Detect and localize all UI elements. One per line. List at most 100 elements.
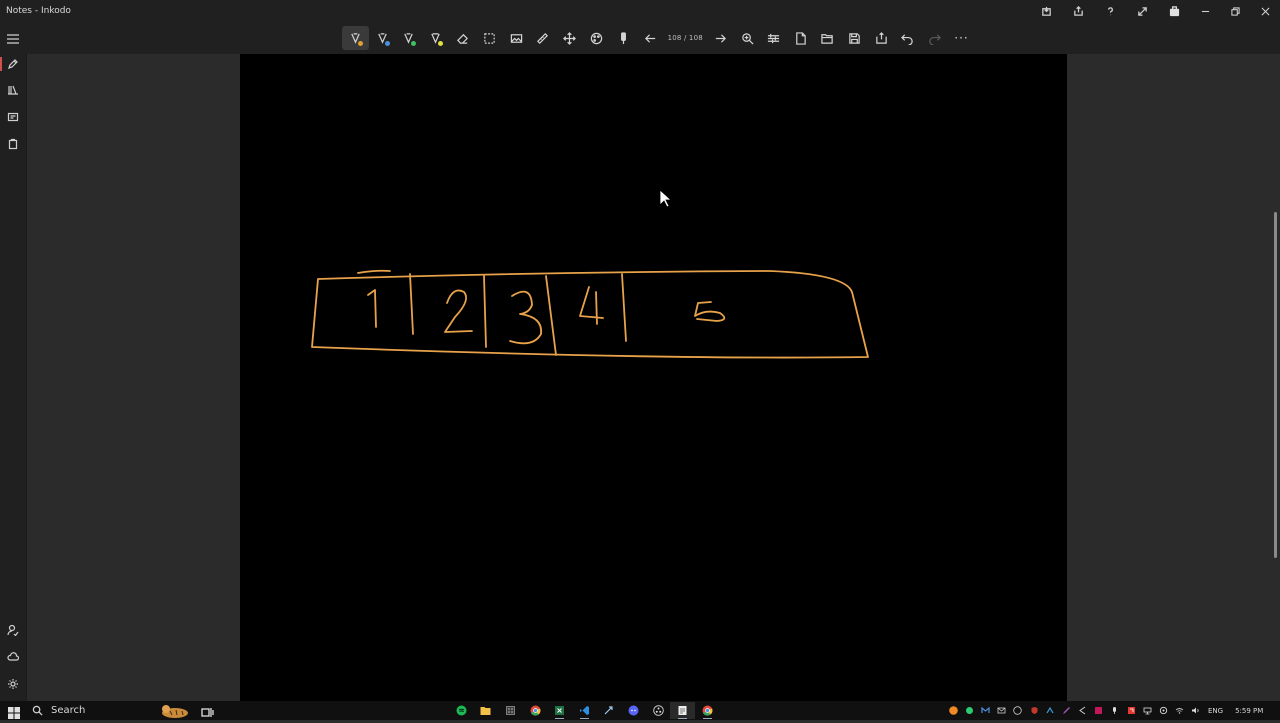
share-icon[interactable] (1062, 0, 1094, 22)
chrome-icon[interactable] (523, 702, 548, 719)
pen-notes-icon (8, 59, 18, 69)
task-view-button[interactable] (201, 704, 215, 717)
new-page-icon[interactable] (787, 26, 814, 50)
tray-network-icon[interactable] (1139, 702, 1155, 719)
tray-orange-app-icon[interactable] (945, 702, 961, 719)
ink-layer (311, 269, 869, 359)
tray-project-icon[interactable] (1123, 702, 1139, 719)
close-button[interactable] (1250, 0, 1280, 22)
eraser-icon[interactable] (449, 26, 476, 50)
help-icon[interactable] (1094, 0, 1126, 22)
inkodo-taskbar-icon[interactable] (670, 702, 695, 719)
divider-stroke-1 (409, 273, 414, 335)
file-explorer-icon[interactable] (474, 702, 499, 719)
main-toolbar: 108 / 108 ··· (0, 22, 1280, 54)
tray-security-icon[interactable] (1026, 702, 1042, 719)
sidebar-notes-button[interactable] (0, 54, 26, 74)
undo-icon[interactable] (894, 26, 921, 50)
save-to-device-icon[interactable] (1030, 0, 1062, 22)
more-options-button[interactable]: ··· (948, 26, 975, 50)
tray-mail-icon[interactable] (994, 702, 1010, 719)
page-counter: 108 / 108 (667, 34, 703, 42)
image-icon[interactable] (503, 26, 530, 50)
digit-3-stroke (509, 290, 543, 345)
minimize-button[interactable] (1190, 0, 1220, 22)
tray-settings-icon[interactable] (1155, 702, 1171, 719)
excel-icon[interactable] (547, 702, 572, 719)
digit-4-stroke (579, 286, 604, 325)
gear-icon (8, 679, 18, 689)
digit-5-stroke (694, 301, 726, 322)
palette-icon[interactable] (583, 26, 610, 50)
pen-color-dot (438, 41, 444, 46)
save-icon[interactable] (841, 26, 868, 50)
outline-stroke (311, 270, 869, 359)
tray-volume-icon[interactable] (1188, 702, 1204, 719)
pen-color-dot (411, 41, 417, 46)
vertical-scrollbar[interactable] (1274, 212, 1277, 558)
tray-vpn-icon[interactable] (1042, 702, 1058, 719)
library-icon (8, 85, 18, 95)
next-page-icon[interactable] (707, 26, 734, 50)
language-indicator[interactable]: ENG (1204, 707, 1229, 715)
highlighter-tool[interactable] (422, 26, 449, 50)
pan-move-icon[interactable] (556, 26, 583, 50)
previous-page-icon[interactable] (637, 26, 664, 50)
ruler-icon[interactable] (530, 26, 557, 50)
store-icon[interactable] (1158, 0, 1190, 22)
redo-icon[interactable] (921, 26, 948, 50)
spotify-icon[interactable] (449, 702, 474, 719)
calculator-icon[interactable] (498, 702, 523, 719)
sidebar-library-button[interactable] (0, 80, 26, 100)
feedback-icon (7, 624, 19, 636)
menu-icon[interactable] (6, 31, 20, 45)
tray-onenote-icon[interactable] (1091, 702, 1107, 719)
search-highlight-tiger-icon (162, 705, 188, 718)
start-button[interactable] (8, 704, 20, 719)
tray-arrow-icon[interactable] (1075, 702, 1091, 719)
cloud-icon (7, 652, 19, 661)
tray-wifi-icon[interactable] (1172, 702, 1188, 719)
restore-button[interactable] (1220, 0, 1250, 22)
tray-green-app-icon[interactable] (961, 702, 977, 719)
obs-icon[interactable] (646, 702, 671, 719)
pen-color-dot (357, 41, 363, 46)
window-title: Notes - Inkodo (6, 6, 71, 16)
drawing-page[interactable] (240, 54, 1067, 701)
steam-icon[interactable] (597, 702, 622, 719)
sidebar-cloud-button[interactable] (0, 647, 26, 667)
chrome-profile-icon[interactable] (695, 702, 720, 719)
left-sidebar (0, 54, 27, 701)
pen-tool-3[interactable] (396, 26, 423, 50)
export-icon[interactable] (868, 26, 895, 50)
sidebar-clipboard-button[interactable] (0, 134, 26, 154)
windows-taskbar: Search ENG 5:59 PM (0, 701, 1280, 720)
pen-tool-1[interactable] (342, 26, 369, 50)
laser-pointer-icon[interactable] (610, 26, 637, 50)
divider-stroke-4 (621, 273, 627, 342)
adjust-icon[interactable] (761, 26, 788, 50)
tray-meet-icon[interactable] (977, 702, 993, 719)
lasso-select-icon[interactable] (476, 26, 503, 50)
task-view-icon (201, 708, 214, 717)
clock[interactable]: 5:59 PM (1229, 707, 1269, 715)
tray-microphone-icon[interactable] (1107, 702, 1123, 719)
pen-color-dot (384, 41, 390, 46)
slides-icon (7, 112, 19, 122)
zoom-icon[interactable] (734, 26, 761, 50)
vscode-icon[interactable] (572, 702, 597, 719)
pen-tool-2[interactable] (369, 26, 396, 50)
search-icon (32, 705, 43, 716)
title-bar: Notes - Inkodo (0, 0, 1280, 22)
sidebar-settings-button[interactable] (0, 674, 26, 694)
fullscreen-icon[interactable] (1126, 0, 1158, 22)
tray-steam-icon[interactable] (1010, 702, 1026, 719)
sidebar-feedback-button[interactable] (0, 620, 26, 640)
digit-1-stroke (367, 289, 377, 328)
sidebar-slides-button[interactable] (0, 107, 26, 127)
search-label: Search (51, 705, 86, 716)
open-folder-icon[interactable] (814, 26, 841, 50)
divider-stroke-3 (545, 275, 557, 356)
tray-pen-icon[interactable] (1058, 702, 1074, 719)
discord-icon[interactable] (621, 702, 646, 719)
